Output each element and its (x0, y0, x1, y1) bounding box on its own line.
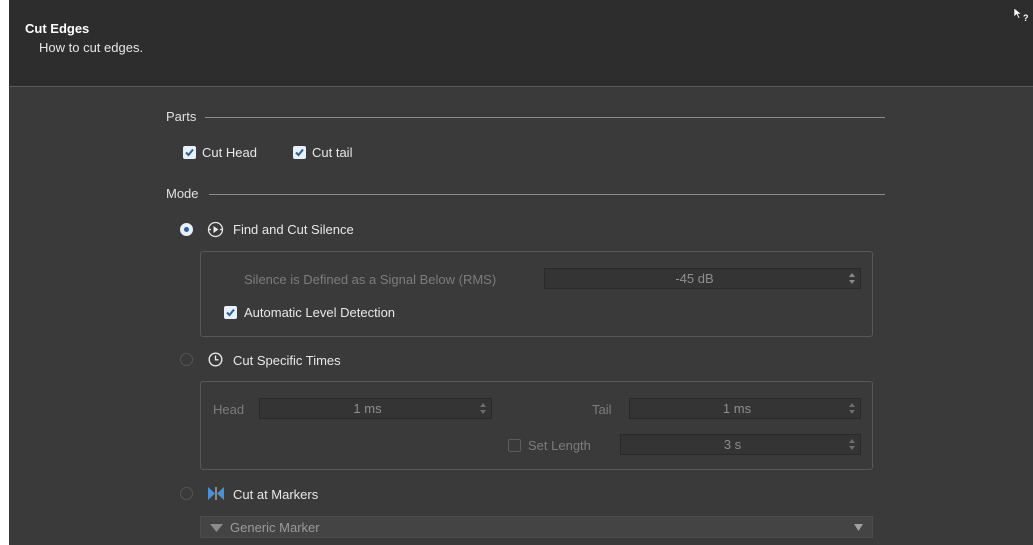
spinner-arrows-icon[interactable] (849, 438, 855, 451)
cut-specific-times-radio[interactable] (180, 353, 193, 366)
cut-tail-checkbox[interactable] (293, 146, 306, 159)
length-value: 3 s (723, 437, 742, 452)
silence-threshold-value: -45 dB (675, 271, 714, 286)
whats-this-help-icon[interactable]: ? (1013, 7, 1029, 23)
page-subtitle: How to cut edges. (39, 40, 144, 55)
spinner-arrows-icon[interactable] (849, 402, 855, 415)
cut-specific-times-label[interactable]: Cut Specific Times (233, 353, 341, 368)
page-title: Cut Edges (25, 21, 90, 36)
find-silence-group: Silence is Defined as a Signal Below (RM… (200, 251, 873, 337)
set-length-checkbox[interactable] (508, 439, 521, 452)
mode-section-label: Mode (166, 186, 199, 201)
panel-header: Cut Edges How to cut edges. ? (9, 0, 1033, 87)
tail-time-value: 1 ms (722, 401, 752, 416)
cut-at-markers-radio[interactable] (180, 487, 193, 500)
parts-section-label: Parts (166, 109, 197, 124)
specific-times-group: Head 1 ms Tail 1 ms Set Length 3 s (200, 381, 873, 470)
generic-marker-icon (210, 524, 223, 532)
head-label: Head (213, 402, 245, 417)
auto-level-detection-checkbox[interactable] (224, 306, 237, 319)
cut-head-label[interactable]: Cut Head (202, 145, 257, 160)
cut-at-markers-label[interactable]: Cut at Markers (233, 487, 318, 502)
auto-level-detection-label[interactable]: Automatic Level Detection (244, 305, 395, 320)
tail-label: Tail (592, 402, 612, 417)
silence-threshold-label: Silence is Defined as a Signal Below (RM… (244, 272, 497, 287)
marker-type-dropdown[interactable]: Generic Marker (200, 516, 873, 538)
head-time-field[interactable]: 1 ms (259, 398, 492, 419)
silence-threshold-field[interactable]: -45 dB (544, 268, 861, 289)
cut-edges-panel: Cut Edges How to cut edges. ? Parts Cut … (9, 0, 1033, 545)
parts-divider (205, 117, 885, 118)
cut-head-checkbox[interactable] (183, 146, 196, 159)
head-time-value: 1 ms (353, 401, 382, 416)
clock-icon (208, 352, 223, 367)
markers-icon (208, 487, 224, 500)
find-cut-silence-radio[interactable] (180, 223, 193, 236)
mode-divider (209, 194, 885, 195)
spinner-arrows-icon[interactable] (849, 272, 855, 285)
find-silence-icon (207, 221, 224, 238)
set-length-label[interactable]: Set Length (528, 438, 591, 453)
length-field[interactable]: 3 s (620, 434, 861, 455)
find-cut-silence-label[interactable]: Find and Cut Silence (233, 222, 354, 237)
dropdown-arrow-icon[interactable] (854, 524, 863, 531)
tail-time-field[interactable]: 1 ms (629, 398, 861, 419)
svg-text:?: ? (1023, 13, 1029, 23)
marker-type-value: Generic Marker (230, 520, 320, 535)
cut-tail-label[interactable]: Cut tail (312, 145, 352, 160)
spinner-arrows-icon[interactable] (480, 402, 486, 415)
